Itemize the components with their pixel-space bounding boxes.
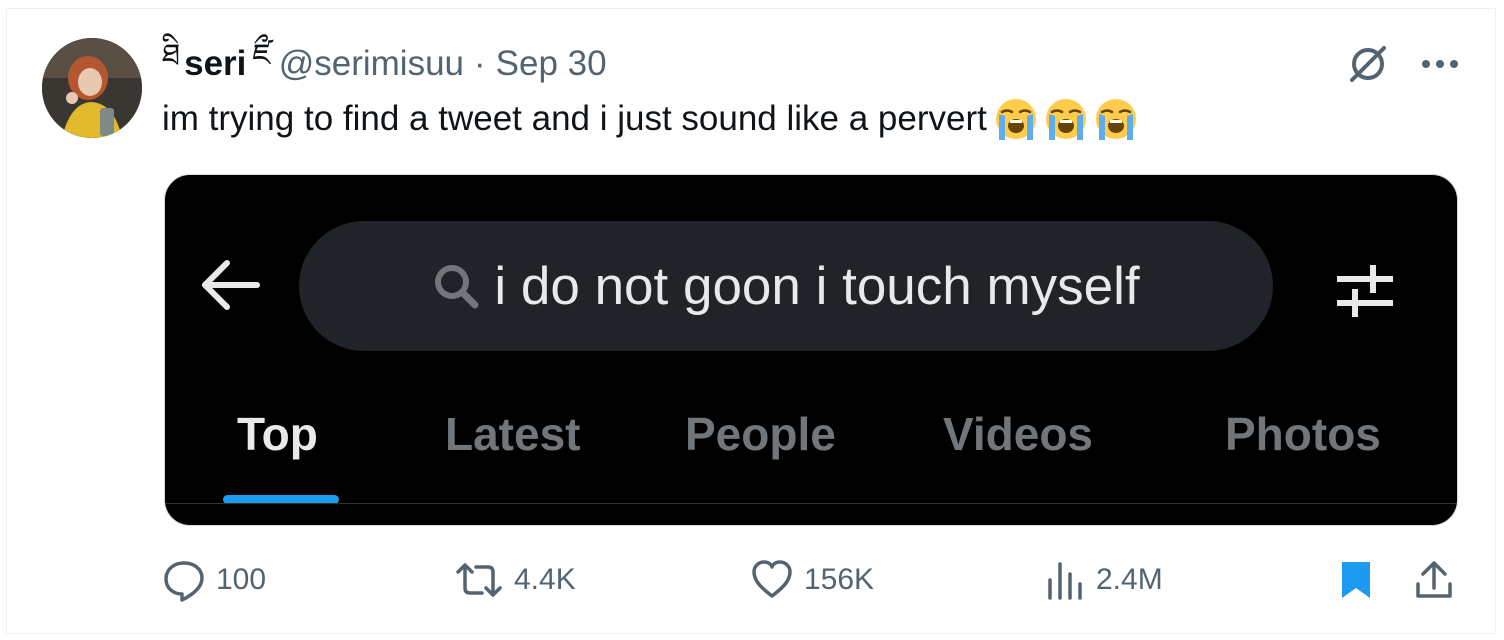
tweet-top-actions (1346, 42, 1460, 86)
search-bar[interactable]: i do not goon i touch myself (299, 221, 1273, 351)
tab-videos[interactable]: Videos (943, 407, 1093, 461)
share-button[interactable] (1414, 558, 1454, 602)
heart-icon (750, 558, 794, 602)
emoji-row (989, 96, 1139, 142)
repost-button[interactable]: 4.4K (454, 558, 576, 602)
bookmark-button[interactable] (1338, 558, 1374, 602)
views-button[interactable]: 2.4M (1046, 558, 1163, 602)
tweet-media[interactable]: i do not goon i touch myself Top Latest … (164, 174, 1458, 526)
tweet-header: ཐི seri ཛྀ @serimisuu · Sep 30 (162, 38, 607, 90)
grok-icon[interactable] (1346, 42, 1390, 86)
reply-button[interactable]: 100 (162, 558, 266, 602)
tweet-date[interactable]: Sep 30 (496, 44, 607, 84)
reply-icon (162, 558, 206, 602)
search-query-text[interactable]: i do not goon i touch myself (494, 256, 1139, 317)
tweet-action-bar: 100 4.4K 156K 2.4M (162, 558, 1462, 610)
repost-count: 4.4K (514, 563, 576, 596)
analytics-icon (1046, 558, 1086, 602)
tweet-body: im trying to find a tweet and i just sou… (162, 99, 987, 138)
search-tabs: Top Latest People Videos Photos (165, 397, 1457, 507)
tabs-divider (165, 503, 1457, 504)
avatar[interactable] (42, 38, 142, 138)
more-icon[interactable] (1420, 57, 1460, 71)
tab-people[interactable]: People (685, 407, 836, 461)
tweet-text: im trying to find a tweet and i just sou… (162, 96, 1139, 142)
name-prefix-glyph: ཐི (162, 38, 181, 73)
tab-photos[interactable]: Photos (1225, 407, 1381, 461)
loudly-crying-face-emoji (1045, 99, 1086, 140)
search-icon (432, 262, 480, 310)
bookmark-icon (1338, 558, 1374, 602)
separator-dot: · (474, 44, 486, 83)
user-handle[interactable]: @serimisuu (279, 44, 464, 84)
loudly-crying-face-emoji (995, 99, 1036, 140)
reply-count: 100 (216, 563, 267, 596)
like-count: 156K (804, 563, 875, 596)
filter-settings-icon[interactable] (1333, 259, 1397, 328)
avatar-photo (42, 38, 142, 138)
display-name[interactable]: seri (184, 44, 246, 84)
share-icon (1414, 558, 1454, 602)
name-suffix-glyph: ཛྀ (252, 38, 271, 73)
loudly-crying-face-emoji (1095, 99, 1136, 140)
like-button[interactable]: 156K (750, 558, 874, 602)
repost-icon (454, 558, 504, 602)
tab-top[interactable]: Top (237, 407, 318, 461)
back-arrow-icon[interactable] (199, 257, 263, 318)
tab-latest[interactable]: Latest (445, 407, 580, 461)
views-count: 2.4M (1096, 563, 1163, 596)
